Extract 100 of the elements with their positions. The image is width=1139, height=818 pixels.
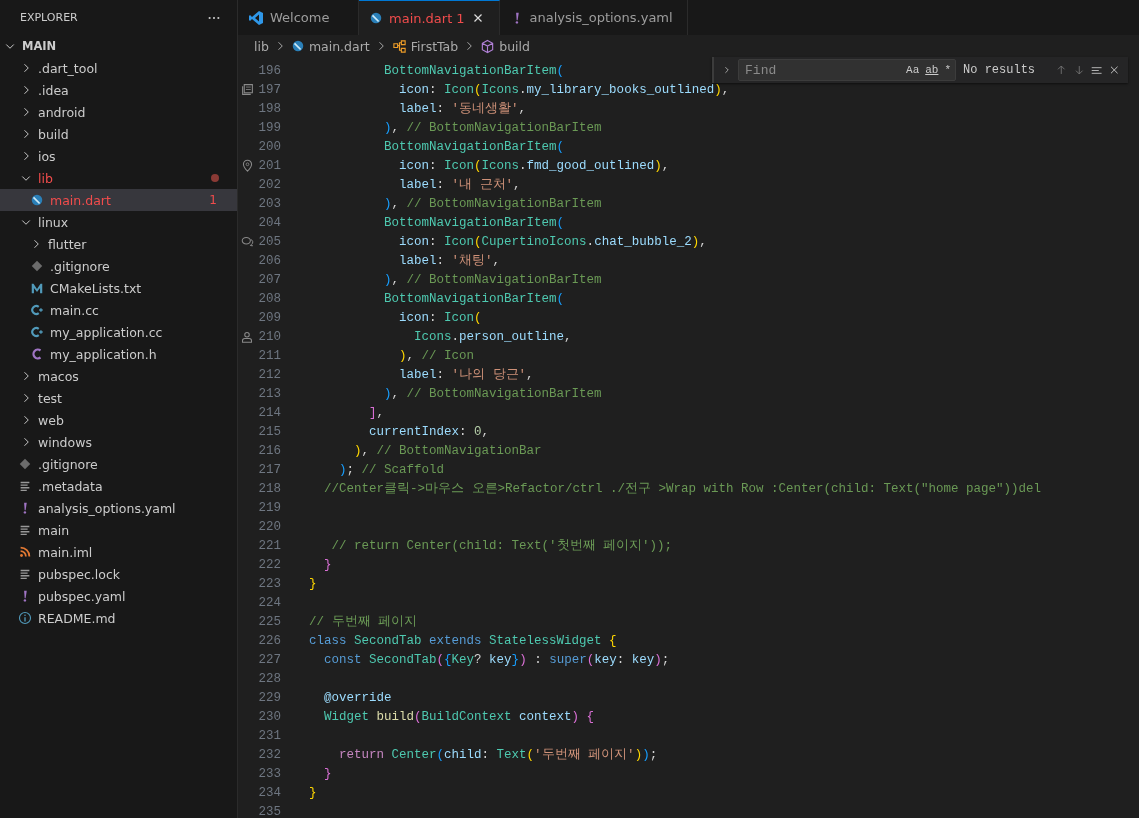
code-comment: //Center클릭->마우스 오른>Refactor/ctrl ./전구 >Wrap with Row :Center(child: Text("home page"))del — [323, 482, 1042, 496]
editor-tab[interactable]: main.dart 1 — [359, 0, 500, 35]
identifier: key — [631, 652, 655, 667]
code-comment: // BottomNavigationBar — [376, 443, 542, 458]
punctuation: : — [429, 310, 438, 325]
identifier: key — [594, 652, 617, 667]
line-number: 197 — [257, 82, 281, 97]
file-tree-item[interactable]: macos — [0, 365, 237, 387]
diamond-file-icon — [18, 457, 32, 471]
bracket: ) — [383, 386, 392, 401]
code-comment: // BottomNavigationBarItem — [406, 272, 602, 287]
line-number: 223 — [257, 576, 281, 591]
line-number: 199 — [257, 120, 281, 135]
file-tree-item[interactable]: .dart_tool — [0, 57, 237, 79]
file-tree-item[interactable]: flutter — [0, 233, 237, 255]
line-number: 209 — [257, 310, 281, 325]
bracket: ( — [474, 234, 482, 249]
file-tree-item[interactable]: pubspec.yaml — [0, 585, 237, 607]
file-tree-item[interactable]: pubspec.lock — [0, 563, 237, 585]
line-number: 214 — [257, 405, 281, 420]
bracket: ( — [556, 139, 565, 154]
file-tree-item[interactable]: .metadata — [0, 475, 237, 497]
string-literal: '내 근처' — [451, 178, 514, 192]
breadcrumb-item[interactable]: FirstTab — [391, 38, 459, 54]
type-name: CupertinoIcons — [481, 234, 587, 249]
type-name: SecondTab — [368, 652, 437, 667]
identifier: currentIndex — [368, 424, 460, 439]
file-tree-item[interactable]: windows — [0, 431, 237, 453]
file-tree-item[interactable]: lib — [0, 167, 237, 189]
sidebar-title: EXPLORER — [20, 11, 78, 24]
type-name: Icons — [413, 329, 452, 344]
string-literal: '동네생활' — [451, 102, 519, 116]
location-pin-icon — [240, 159, 254, 172]
punctuation: , — [391, 120, 401, 135]
line-number: 215 — [257, 424, 281, 439]
file-tree-item[interactable]: .gitignore — [0, 255, 237, 277]
file-tree-item[interactable]: linux — [0, 211, 237, 233]
string-literal: '나의 당근' — [451, 368, 527, 382]
file-tree-item[interactable]: analysis_options.yaml — [0, 497, 237, 519]
identifier: icon — [398, 158, 430, 173]
find-field[interactable]: Find Aa ab * — [738, 59, 957, 81]
punctuation: , — [391, 272, 401, 287]
identifier: @override — [323, 690, 392, 705]
file-tree-item[interactable]: .gitignore — [0, 453, 237, 475]
editor-tab[interactable]: analysis_options.yaml — [499, 0, 688, 35]
identifier: chat_bubble_2 — [594, 234, 692, 249]
match-case-toggle[interactable]: Aa — [906, 64, 920, 76]
type-name: Text — [496, 748, 527, 762]
file-tree-item[interactable]: .idea — [0, 79, 237, 101]
punctuation: , — [699, 234, 707, 249]
file-tree-item[interactable]: my_application.h — [0, 343, 237, 365]
file-tree-item[interactable]: main.cc — [0, 299, 237, 321]
line-number: 216 — [257, 443, 281, 458]
bracket: } — [309, 576, 317, 591]
file-tree-item[interactable]: android — [0, 101, 237, 123]
identifier: context — [518, 709, 572, 724]
whole-word-toggle[interactable]: ab — [925, 64, 939, 76]
file-tree-item[interactable]: my_application.cc — [0, 321, 237, 343]
file-tree-item[interactable]: CMakeLists.txt — [0, 277, 237, 299]
file-tree-item[interactable]: ios — [0, 145, 237, 167]
line-number: 228 — [257, 671, 281, 686]
file-tree-item[interactable]: main.iml — [0, 541, 237, 563]
number-literal: 0 — [474, 424, 482, 439]
file-tree-item[interactable]: build — [0, 123, 237, 145]
line-number: 224 — [257, 595, 281, 610]
punctuation: . — [586, 234, 595, 249]
breadcrumb-item[interactable]: lib — [254, 38, 269, 54]
type-name: SecondTab — [353, 633, 422, 648]
line-number: 218 — [257, 481, 281, 496]
line-number: 217 — [257, 462, 281, 477]
punctuation: , — [391, 196, 401, 211]
bracket: ( — [474, 310, 482, 325]
bracket: } — [323, 766, 332, 781]
file-tree-item[interactable]: main — [0, 519, 237, 541]
punctuation: , — [721, 82, 730, 97]
regex-toggle[interactable]: * — [944, 64, 952, 76]
type-name: BottomNavigationBarItem — [383, 215, 557, 230]
close-icon[interactable] — [1109, 63, 1120, 77]
keyword: extends — [428, 633, 482, 648]
identifier: icon — [398, 310, 430, 325]
file-tree-item[interactable]: test — [0, 387, 237, 409]
punctuation: , — [661, 158, 670, 173]
punctuation: , — [361, 443, 371, 458]
folder-section-header[interactable]: MAIN — [0, 35, 237, 57]
bracket: ( — [586, 652, 595, 667]
line-number: 221 — [257, 538, 281, 553]
person-icon — [241, 330, 253, 343]
file-tree-item[interactable]: README.md — [0, 607, 237, 629]
identifier: child — [444, 748, 482, 762]
identifier: key — [489, 652, 512, 667]
breadcrumb-item[interactable]: build — [480, 38, 530, 54]
type-name: Icon — [444, 158, 475, 173]
file-tree-item[interactable]: web — [0, 409, 237, 431]
keyword: super — [549, 652, 587, 667]
type-name: Icon — [444, 310, 475, 325]
breadcrumb-item[interactable]: main.dart — [290, 38, 370, 54]
chevron-right-icon[interactable] — [722, 64, 732, 76]
punctuation: . — [519, 158, 527, 173]
keyword: return — [338, 748, 384, 762]
line-number: 235 — [257, 804, 281, 818]
